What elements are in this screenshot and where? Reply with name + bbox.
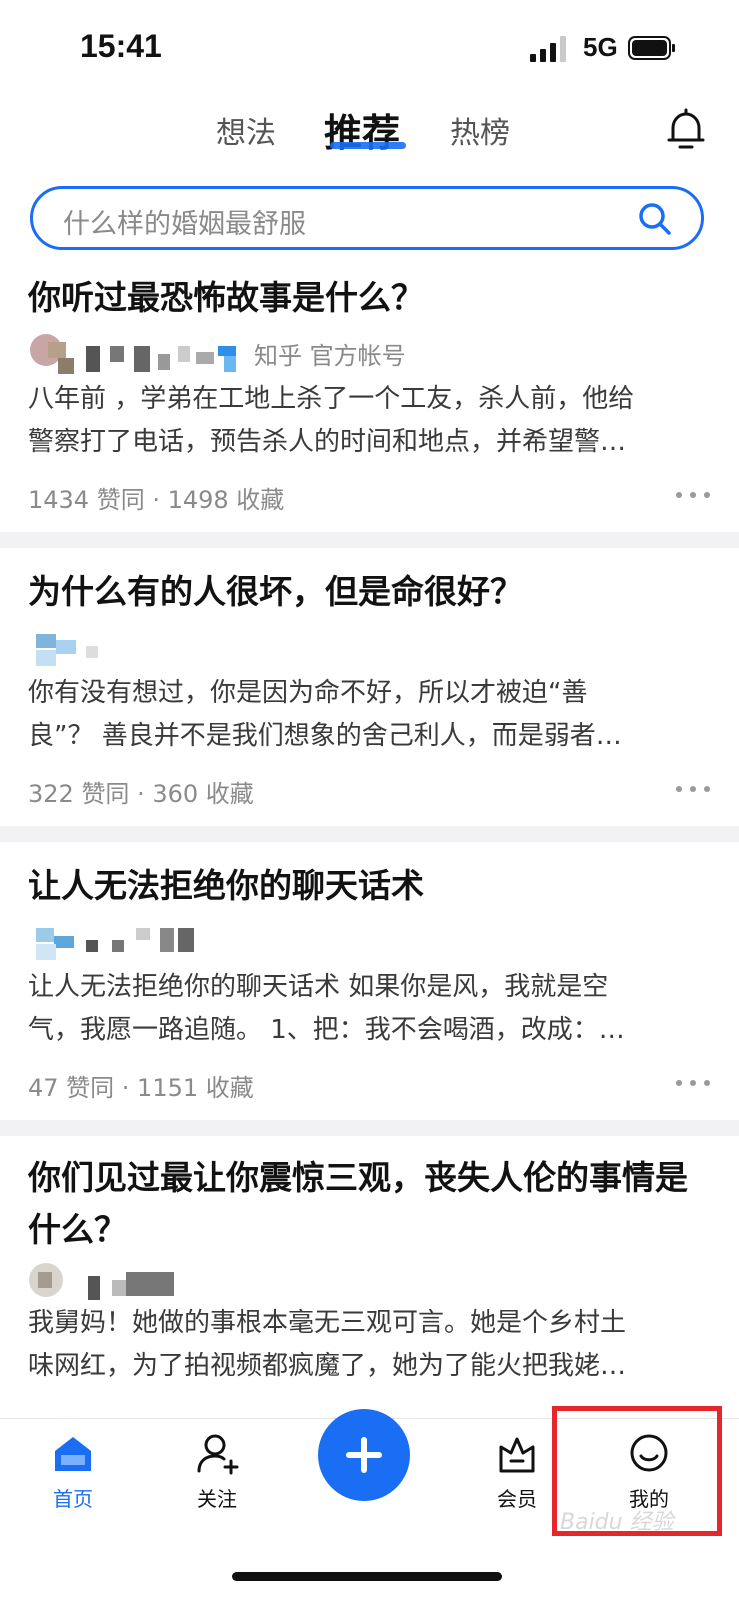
card-title[interactable]: 为什么有的人很坏，但是命很好？	[28, 566, 718, 618]
more-icon[interactable]	[676, 1078, 712, 1088]
author-row: 知乎 官方帐号	[28, 332, 428, 376]
card-excerpt[interactable]: 你有没有想过，你是因为命不好，所以才被迫“善 良”？ 善良并不是我们想象的舍己利…	[28, 672, 708, 758]
battery-icon	[628, 36, 675, 60]
search-bar: 什么样的婚姻最舒服	[0, 180, 739, 260]
card-meta: 47 赞同 · 1151 收藏	[28, 1074, 254, 1102]
network-label: 5G	[583, 32, 618, 62]
watermark: Baidu 经验	[560, 1510, 674, 1535]
home-indicator	[232, 1572, 502, 1581]
excerpt-line: 八年前 ，学弟在工地上杀了一个工友，杀人前，他给	[28, 384, 635, 414]
tab-active-indicator	[330, 142, 406, 149]
card-meta: 1434 赞同 · 1498 收藏	[28, 486, 285, 514]
tab-ideas[interactable]: 想法	[216, 108, 276, 152]
avatar	[36, 634, 98, 666]
excerpt-line: 警察打了电话，预告杀人的时间和地点，并希望警…	[28, 427, 627, 457]
author-tag: 知乎 官方帐号	[254, 342, 406, 370]
excerpt-line: 你有没有想过，你是因为命不好，所以才被迫“善	[28, 678, 588, 708]
search-icon[interactable]	[637, 201, 673, 237]
status-time: 15:41	[80, 28, 162, 64]
card-title[interactable]: 你们见过最让你震惊三观，丧失人伦的事情是什么？	[28, 1152, 708, 1256]
avatar	[30, 334, 236, 374]
feed-card[interactable]: 你们见过最让你震惊三观，丧失人伦的事情是什么？ 我舅妈！她做的事根本毫无三观可言…	[0, 1136, 739, 1418]
create-button[interactable]	[318, 1409, 410, 1501]
card-excerpt[interactable]: 八年前 ，学弟在工地上杀了一个工友，杀人前，他给 警察打了电话，预告杀人的时间和…	[28, 378, 708, 464]
nav-follow[interactable]: 关注	[162, 1431, 272, 1512]
nav-home-label: 首页	[53, 1487, 93, 1511]
excerpt-line: 良”？ 善良并不是我们想象的舍己利人，而是弱者…	[28, 721, 622, 751]
author-row	[28, 924, 428, 968]
more-icon[interactable]	[676, 490, 712, 500]
follow-icon	[197, 1434, 239, 1475]
card-title[interactable]: 让人无法拒绝你的聊天话术	[28, 860, 718, 912]
search-input[interactable]: 什么样的婚姻最舒服	[30, 186, 704, 250]
card-title[interactable]: 你听过最恐怖故事是什么？	[28, 272, 718, 324]
card-excerpt[interactable]: 让人无法拒绝你的聊天话术 如果你是风，我就是空 气，我愿一路追随。 1、把：我不…	[28, 966, 708, 1052]
search-placeholder: 什么样的婚姻最舒服	[63, 209, 306, 240]
signal-icon	[530, 36, 566, 62]
bell-icon[interactable]	[665, 108, 707, 152]
more-icon[interactable]	[676, 784, 712, 794]
author-row	[28, 630, 428, 674]
excerpt-line: 让人无法拒绝你的聊天话术 如果你是风，我就是空	[28, 972, 609, 1002]
tab-hot-list[interactable]: 热榜	[450, 108, 510, 152]
nav-follow-label: 关注	[197, 1487, 237, 1511]
feed-card[interactable]: 你听过最恐怖故事是什么？ 知乎 官方帐号 八年前 ，学弟在工地上杀了一个工友，杀…	[0, 260, 739, 532]
author-row	[28, 1260, 428, 1304]
avatar	[36, 928, 194, 960]
feed-card[interactable]: 为什么有的人很坏，但是命很好？ 你有没有想过，你是因为命不好，所以才被迫“善 良…	[0, 548, 739, 826]
plus-icon	[361, 1437, 367, 1473]
excerpt-line: 味网红，为了拍视频都疯魔了，她为了能火把我姥…	[28, 1351, 627, 1381]
feed-card[interactable]: 让人无法拒绝你的聊天话术 让人无法拒绝你的聊天话术 如果你是风，我就是空 气，我…	[0, 842, 739, 1120]
card-meta: 322 赞同 · 360 收藏	[28, 780, 254, 808]
excerpt-line: 我舅妈！她做的事根本毫无三观可言。她是个乡村土	[28, 1308, 627, 1338]
home-icon	[55, 1437, 91, 1471]
top-tabs: 想法 推荐 热榜	[0, 100, 739, 180]
status-bar: 15:41 5G	[0, 0, 739, 100]
vip-icon	[499, 1437, 535, 1473]
nav-home[interactable]: 首页	[18, 1431, 128, 1512]
excerpt-line: 气，我愿一路追随。 1、把：我不会喝酒，改成：…	[28, 1015, 625, 1045]
avatar	[29, 1263, 174, 1300]
card-excerpt[interactable]: 我舅妈！她做的事根本毫无三观可言。她是个乡村土 味网红，为了拍视频都疯魔了，她为…	[28, 1302, 708, 1388]
